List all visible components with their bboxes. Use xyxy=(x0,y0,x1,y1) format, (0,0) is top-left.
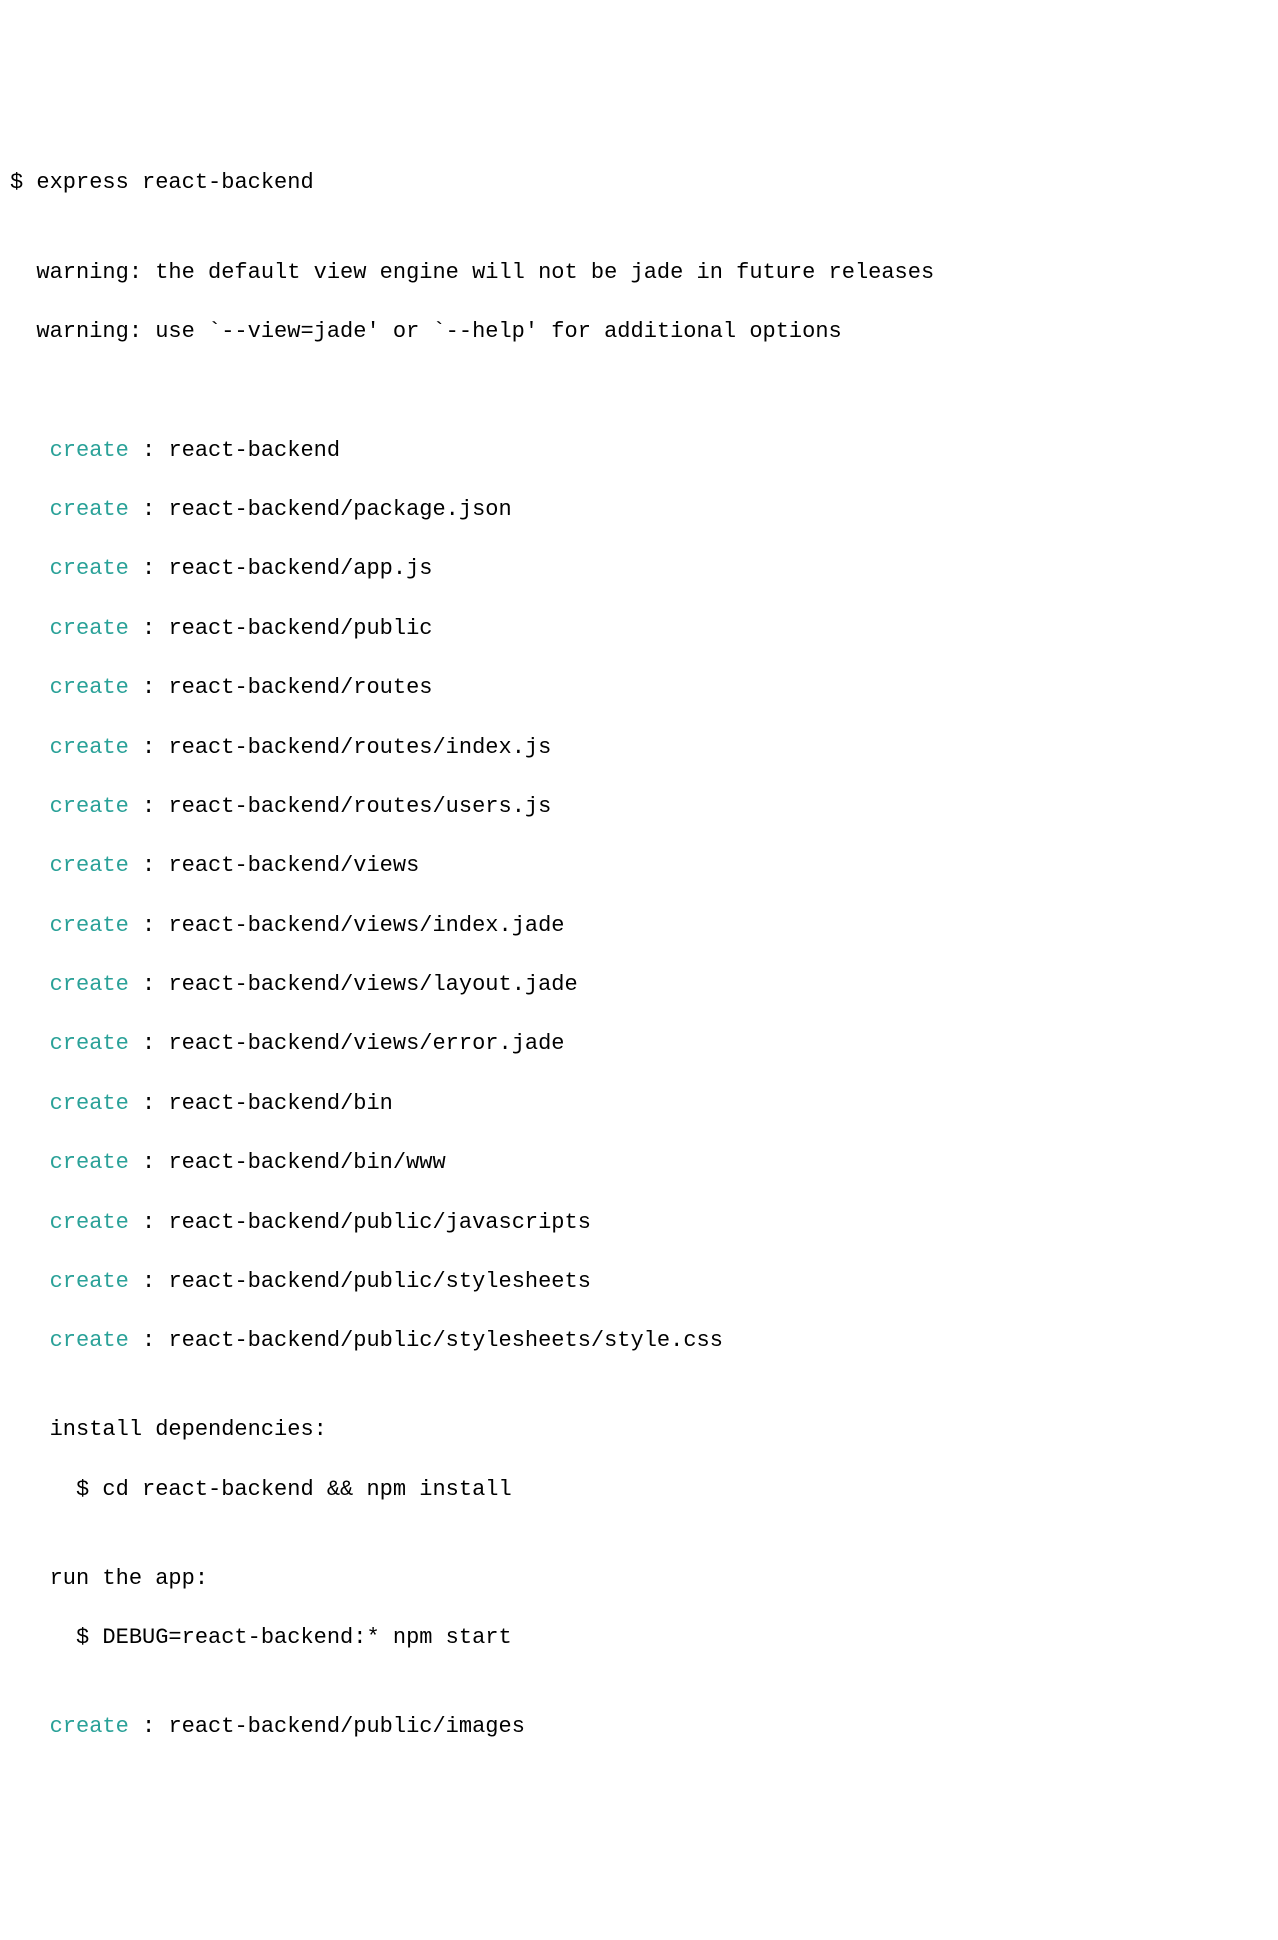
install-header: install dependencies: xyxy=(10,1415,1268,1445)
separator: : xyxy=(129,735,169,760)
install-command: $ cd react-backend && npm install xyxy=(10,1475,1268,1505)
create-line: create : react-backend/public/javascript… xyxy=(10,1208,1268,1238)
separator: : xyxy=(129,913,169,938)
run-command: $ DEBUG=react-backend:* npm start xyxy=(10,1623,1268,1653)
created-path: react-backend/routes/users.js xyxy=(168,794,551,819)
separator: : xyxy=(129,1150,169,1175)
create-line: create : react-backend xyxy=(10,436,1268,466)
create-label: create xyxy=(10,913,129,938)
warning-line: warning: the default view engine will no… xyxy=(10,258,1268,288)
command-line: $ express react-backend xyxy=(10,168,1268,198)
separator: : xyxy=(129,1269,169,1294)
typed-command: express react-backend xyxy=(36,170,313,195)
create-label: create xyxy=(10,616,129,641)
create-line: create : react-backend/routes xyxy=(10,673,1268,703)
terminal-output: $ express react-backend warning: the def… xyxy=(10,139,1268,1772)
create-label: create xyxy=(10,497,129,522)
separator: : xyxy=(129,853,169,878)
created-path: react-backend/public/javascripts xyxy=(168,1210,590,1235)
created-path: react-backend/app.js xyxy=(168,556,432,581)
created-path: react-backend/public xyxy=(168,616,432,641)
created-path: react-backend/bin/www xyxy=(168,1150,445,1175)
create-label: create xyxy=(10,1031,129,1056)
create-label: create xyxy=(10,853,129,878)
separator: : xyxy=(129,1031,169,1056)
create-label: create xyxy=(10,735,129,760)
created-path: react-backend/public/stylesheets xyxy=(168,1269,590,1294)
created-path: react-backend/bin xyxy=(168,1091,392,1116)
create-label: create xyxy=(10,972,129,997)
create-label: create xyxy=(10,1150,129,1175)
created-path: react-backend/routes xyxy=(168,675,432,700)
create-label: create xyxy=(10,1328,129,1353)
create-line: create : react-backend/public/stylesheet… xyxy=(10,1326,1268,1356)
created-path: react-backend/views/error.jade xyxy=(168,1031,564,1056)
created-path: react-backend/views/index.jade xyxy=(168,913,564,938)
separator: : xyxy=(129,1714,169,1739)
create-label: create xyxy=(10,1269,129,1294)
create-label: create xyxy=(10,675,129,700)
warning-line: warning: use `--view=jade' or `--help' f… xyxy=(10,317,1268,347)
created-path: react-backend/public/stylesheets/style.c… xyxy=(168,1328,723,1353)
separator: : xyxy=(129,794,169,819)
create-line: create : react-backend/views/index.jade xyxy=(10,911,1268,941)
create-label: create xyxy=(10,556,129,581)
created-path: react-backend/views/layout.jade xyxy=(168,972,577,997)
separator: : xyxy=(129,556,169,581)
create-line: create : react-backend/routes/index.js xyxy=(10,733,1268,763)
separator: : xyxy=(129,1328,169,1353)
separator: : xyxy=(129,1210,169,1235)
separator: : xyxy=(129,438,169,463)
created-path: react-backend xyxy=(168,438,340,463)
create-label: create xyxy=(10,438,129,463)
create-label: create xyxy=(10,794,129,819)
created-path: react-backend/views xyxy=(168,853,419,878)
create-line: create : react-backend/bin xyxy=(10,1089,1268,1119)
separator: : xyxy=(129,616,169,641)
create-line: create : react-backend/package.json xyxy=(10,495,1268,525)
separator: : xyxy=(129,972,169,997)
created-path: react-backend/public/images xyxy=(168,1714,524,1739)
create-label: create xyxy=(10,1091,129,1116)
create-line: create : react-backend/views/error.jade xyxy=(10,1029,1268,1059)
created-path: react-backend/routes/index.js xyxy=(168,735,551,760)
create-line: create : react-backend/app.js xyxy=(10,554,1268,584)
create-label: create xyxy=(10,1714,129,1739)
create-line: create : react-backend/public xyxy=(10,614,1268,644)
create-line: create : react-backend/public/stylesheet… xyxy=(10,1267,1268,1297)
create-line: create : react-backend/routes/users.js xyxy=(10,792,1268,822)
separator: : xyxy=(129,497,169,522)
create-label: create xyxy=(10,1210,129,1235)
shell-prompt: $ xyxy=(10,170,36,195)
separator: : xyxy=(129,675,169,700)
create-line: create : react-backend/views xyxy=(10,851,1268,881)
run-header: run the app: xyxy=(10,1564,1268,1594)
create-line: create : react-backend/bin/www xyxy=(10,1148,1268,1178)
create-line: create : react-backend/public/images xyxy=(10,1712,1268,1742)
created-path: react-backend/package.json xyxy=(168,497,511,522)
separator: : xyxy=(129,1091,169,1116)
create-line: create : react-backend/views/layout.jade xyxy=(10,970,1268,1000)
